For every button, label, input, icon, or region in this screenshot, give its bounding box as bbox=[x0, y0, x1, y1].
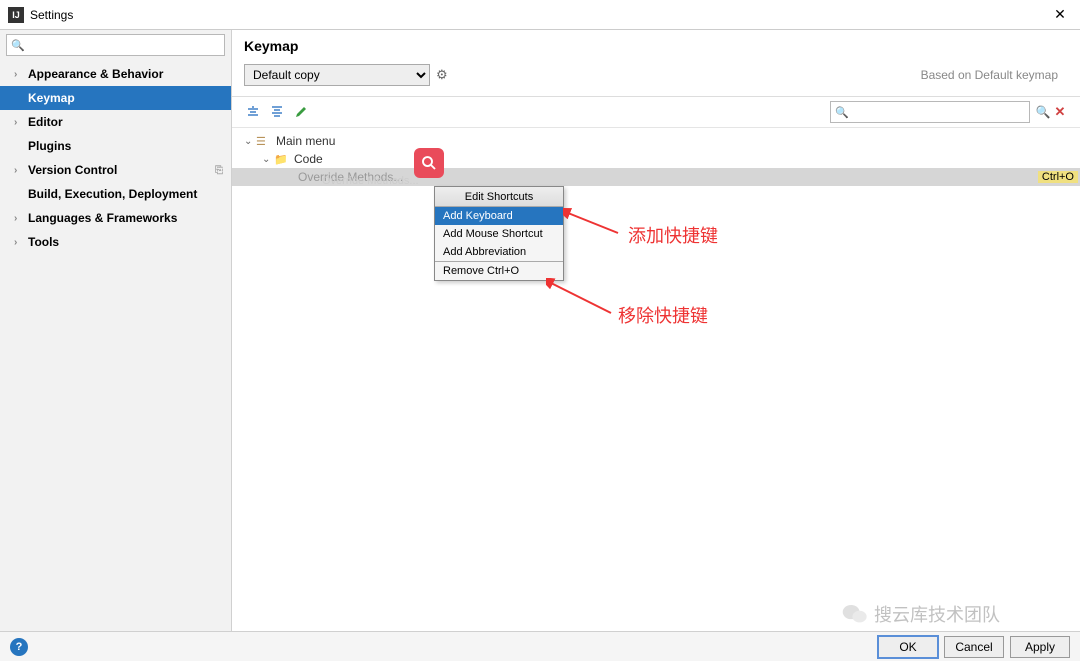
dialog-footer: ? OK Cancel Apply bbox=[0, 631, 1080, 661]
annotation-remove: 移除快捷键 bbox=[618, 302, 708, 328]
main-panel: Keymap Default copy ⚙ Based on Default k… bbox=[232, 30, 1080, 631]
menu-add-abbreviation[interactable]: Add Abbreviation bbox=[435, 243, 563, 261]
help-icon[interactable]: ? bbox=[10, 638, 28, 656]
search-icon: 🔍 bbox=[11, 39, 25, 52]
expand-all-icon[interactable] bbox=[244, 103, 262, 121]
sidebar-label: Appearance & Behavior bbox=[28, 67, 163, 81]
action-tree: ⌄☰Main menu ⌄📁Code Override Methods... C… bbox=[232, 128, 1080, 631]
sidebar-label: Tools bbox=[28, 235, 59, 249]
overlay-text: Override Methods... bbox=[322, 175, 419, 187]
annotation-arrow-icon bbox=[546, 278, 616, 318]
action-search-input[interactable] bbox=[853, 105, 1025, 119]
sidebar-search-input[interactable] bbox=[29, 38, 220, 52]
folder-icon: 📁 bbox=[274, 153, 290, 166]
collapse-all-icon[interactable] bbox=[268, 103, 286, 121]
clear-icon[interactable]: ✕ bbox=[1052, 104, 1068, 120]
menu-add-mouse-shortcut[interactable]: Add Mouse Shortcut bbox=[435, 225, 563, 243]
gear-icon[interactable]: ⚙ bbox=[436, 67, 448, 83]
sidebar-item-editor[interactable]: › Editor bbox=[0, 110, 231, 134]
sidebar-label: Version Control bbox=[28, 163, 117, 177]
chevron-right-icon: › bbox=[14, 237, 24, 248]
folder-icon: ☰ bbox=[256, 135, 272, 148]
app-icon: IJ bbox=[8, 7, 24, 23]
shortcut-badge: Ctrl+O bbox=[1038, 171, 1078, 183]
overlay-magnifier-icon bbox=[414, 148, 444, 178]
sidebar-label: Keymap bbox=[28, 91, 75, 105]
chevron-down-icon: ⌄ bbox=[244, 136, 256, 147]
tree-row-code[interactable]: ⌄📁 Code bbox=[244, 150, 1068, 168]
action-search[interactable]: 🔍 bbox=[830, 101, 1030, 123]
watermark-text: 搜云库技术团队 bbox=[874, 601, 1000, 627]
chevron-right-icon: › bbox=[14, 117, 24, 128]
menu-add-keyboard-shortcut[interactable]: Add Keyboard Shortcut bbox=[435, 207, 563, 225]
chevron-right-icon: › bbox=[14, 69, 24, 80]
annotation-arrow-icon bbox=[563, 208, 623, 238]
sidebar-label: Plugins bbox=[28, 139, 71, 153]
sidebar-label: Build, Execution, Deployment bbox=[28, 187, 197, 201]
sidebar-item-vcs[interactable]: › Version Control ⎘ bbox=[0, 158, 231, 182]
sidebar-label: Editor bbox=[28, 115, 63, 129]
chevron-right-icon: › bbox=[14, 165, 24, 176]
titlebar: IJ Settings ✕ bbox=[0, 0, 1080, 30]
sidebar-item-tools[interactable]: › Tools bbox=[0, 230, 231, 254]
sidebar-label: Languages & Frameworks bbox=[28, 211, 177, 225]
window-title: Settings bbox=[30, 8, 1048, 22]
watermark: 搜云库技术团队 bbox=[842, 601, 1000, 627]
context-menu: Edit Shortcuts Add Keyboard Shortcut Add… bbox=[434, 186, 564, 281]
annotation-add: 添加快捷键 bbox=[628, 222, 718, 248]
find-shortcut-icon[interactable]: 🔍 bbox=[1034, 105, 1052, 119]
apply-button[interactable]: Apply bbox=[1010, 636, 1070, 658]
tree-row-main-menu[interactable]: ⌄☰ Main menu bbox=[244, 132, 1068, 150]
close-icon[interactable]: ✕ bbox=[1048, 6, 1072, 23]
tree-label: Main menu bbox=[276, 134, 335, 148]
keymap-toolbar: 🔍 🔍 ✕ bbox=[232, 96, 1080, 128]
sidebar-item-appearance[interactable]: › Appearance & Behavior bbox=[0, 62, 231, 86]
chevron-down-icon: ⌄ bbox=[262, 154, 274, 165]
sidebar: 🔍 › Appearance & Behavior Keymap › Editor … bbox=[0, 30, 232, 631]
sidebar-search[interactable]: 🔍 bbox=[6, 34, 225, 56]
sidebar-item-keymap[interactable]: Keymap bbox=[0, 86, 231, 110]
cancel-button[interactable]: Cancel bbox=[944, 636, 1004, 658]
based-on-label: Based on Default keymap bbox=[921, 68, 1068, 82]
ok-button[interactable]: OK bbox=[878, 636, 938, 658]
menu-remove-shortcut[interactable]: Remove Ctrl+O bbox=[435, 262, 563, 280]
main-header: Keymap bbox=[232, 30, 1080, 60]
keymap-dropdown[interactable]: Default copy bbox=[244, 64, 430, 86]
search-icon: 🔍 bbox=[835, 106, 849, 119]
edit-icon[interactable] bbox=[292, 103, 310, 121]
context-menu-header: Edit Shortcuts bbox=[435, 187, 563, 207]
tree-label: Code bbox=[294, 152, 323, 166]
keymap-selector-row: Default copy ⚙ Based on Default keymap bbox=[232, 60, 1080, 96]
sidebar-item-build[interactable]: Build, Execution, Deployment bbox=[0, 182, 231, 206]
project-badge-icon: ⎘ bbox=[215, 165, 223, 176]
page-title: Keymap bbox=[244, 38, 1068, 54]
chevron-right-icon: › bbox=[14, 213, 24, 224]
settings-tree: › Appearance & Behavior Keymap › Editor Pl… bbox=[0, 60, 231, 631]
wechat-icon bbox=[842, 603, 868, 625]
sidebar-item-plugins[interactable]: Plugins bbox=[0, 134, 231, 158]
sidebar-item-languages[interactable]: › Languages & Frameworks bbox=[0, 206, 231, 230]
